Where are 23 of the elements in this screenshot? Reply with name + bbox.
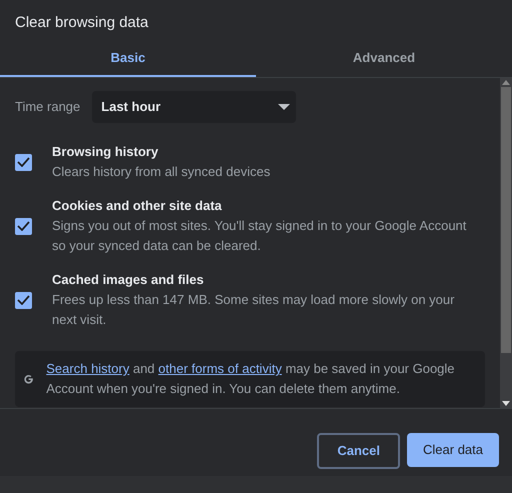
scroll-up-icon[interactable] bbox=[502, 80, 510, 85]
scrollbar[interactable] bbox=[500, 78, 512, 408]
option-title: Cached images and files bbox=[52, 271, 205, 289]
option-description: Clears history from all synced devices bbox=[52, 163, 270, 181]
link[interactable]: Search history bbox=[46, 361, 130, 376]
tab[interactable]: Basic bbox=[0, 40, 256, 77]
link[interactable]: other forms of activity bbox=[158, 361, 282, 376]
tab[interactable]: Advanced bbox=[256, 40, 512, 77]
option-description: Frees up less than 147 MB. Some sites may load more slowly on your next visit. bbox=[52, 291, 456, 329]
option-title: Cookies and other site data bbox=[52, 197, 223, 215]
checkbox[interactable] bbox=[15, 154, 32, 170]
clear-data-button[interactable]: Clear data bbox=[407, 433, 499, 467]
info-text: Search history and other forms of activity may be saved in your Google Account when you're signed in. You can delete them anytime. bbox=[46, 360, 456, 398]
option-description: Signs you out of most sites. You'll stay signed in to your Google Account so your synced data can be cleared. bbox=[52, 217, 468, 255]
scroll-down-icon[interactable] bbox=[502, 401, 510, 406]
option-title: Browsing history bbox=[52, 143, 160, 161]
checkbox[interactable] bbox=[15, 218, 32, 234]
time-range-label: Time range bbox=[15, 98, 80, 116]
cancel-button[interactable]: Cancel bbox=[317, 433, 400, 469]
dialog-title: Clear browsing data bbox=[15, 14, 148, 31]
time-range-dropdown[interactable]: Last hour bbox=[92, 91, 296, 123]
checkbox[interactable] bbox=[15, 292, 32, 308]
dropdown-caret-icon bbox=[278, 104, 290, 110]
